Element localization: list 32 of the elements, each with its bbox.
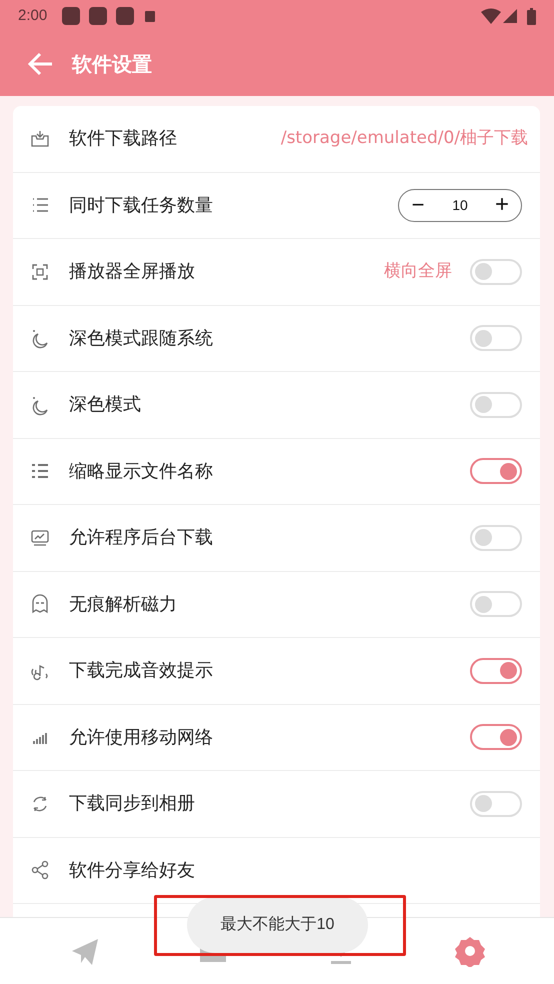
app-notification-icon	[89, 7, 107, 25]
toggle-switch[interactable]	[470, 658, 522, 684]
setting-label: 下载完成音效提示	[69, 659, 213, 684]
setting-label: 缩略显示文件名称	[69, 460, 213, 484]
battery-icon	[527, 8, 536, 24]
toggle-switch[interactable]	[470, 458, 522, 484]
setting-label: 播放器全屏播放	[69, 260, 195, 284]
setting-label: 深色模式	[69, 393, 141, 418]
increment-button[interactable]: +	[492, 193, 511, 218]
setting-label: 深色模式跟随系统	[69, 326, 213, 351]
setting-label: 下载同步到相册	[69, 792, 195, 816]
setting-value: 横向全屏	[384, 260, 452, 283]
back-icon[interactable]	[28, 52, 54, 76]
toggle-switch[interactable]	[470, 724, 522, 750]
keyboard-notification-icon	[145, 10, 155, 22]
settings-icon[interactable]	[454, 935, 486, 967]
share-icon	[29, 859, 51, 882]
setting-label: 软件分享给好友	[69, 858, 195, 883]
setting-label: 允许使用移动网络	[69, 726, 213, 750]
decrement-button[interactable]: −	[409, 194, 427, 216]
setting-label: 无痕解析磁力	[69, 592, 177, 617]
wifi-icon	[481, 8, 501, 24]
app-bar-title: 软件设置	[72, 51, 152, 78]
app-notification-icon	[62, 7, 80, 25]
signal-icon	[503, 9, 517, 23]
setting-label: 允许程序后台下载	[69, 526, 213, 550]
app-notification-icon	[116, 7, 134, 25]
status-time: 2:00	[18, 6, 48, 26]
setting-label: 软件下载路径	[69, 127, 177, 152]
stepper-value: 10	[452, 196, 468, 215]
toast: 最大不能大于10	[187, 897, 368, 953]
setting-label: 同时下载任务数量	[69, 194, 213, 218]
